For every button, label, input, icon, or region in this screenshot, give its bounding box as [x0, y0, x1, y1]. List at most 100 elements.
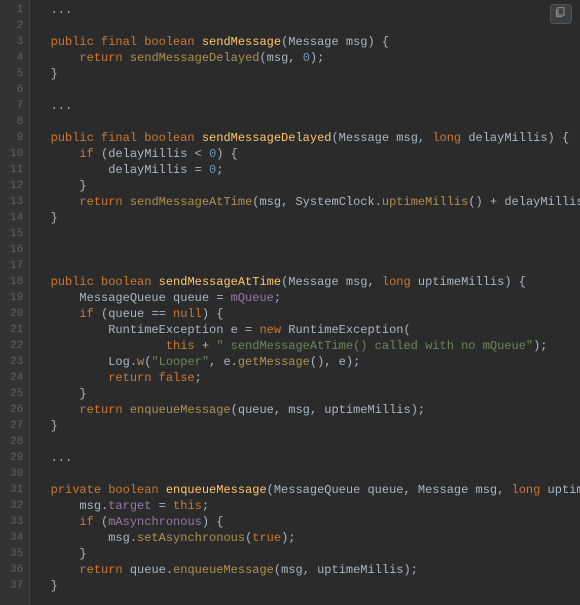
line-number: 30	[10, 466, 23, 482]
line-number: 5	[10, 66, 23, 82]
code-token: }	[36, 211, 58, 225]
code-line	[36, 258, 580, 274]
line-number: 21	[10, 322, 23, 338]
code-line	[36, 114, 580, 130]
code-token: return false	[108, 371, 194, 385]
line-number: 13	[10, 194, 23, 210]
code-token: uptimeMillis	[382, 195, 468, 209]
code-line	[36, 18, 580, 34]
code-token	[36, 339, 166, 353]
code-line	[36, 466, 580, 482]
line-number: 32	[10, 498, 23, 514]
code-line: public final boolean sendMessage(Message…	[36, 34, 580, 50]
code-token	[36, 131, 50, 145]
line-number: 24	[10, 370, 23, 386]
code-token: this	[166, 339, 202, 353]
line-number: 4	[10, 50, 23, 66]
code-token: (msg,	[252, 195, 295, 209]
code-token: if	[79, 515, 101, 529]
code-token: queue,	[360, 483, 418, 497]
code-line: return sendMessageAtTime(msg, SystemCloc…	[36, 194, 580, 210]
code-token: sendMessageAtTime	[159, 275, 281, 289]
line-number: 20	[10, 306, 23, 322]
code-token: Message	[288, 35, 338, 49]
line-number: 25	[10, 386, 23, 402]
code-token	[36, 67, 50, 81]
code-token: getMessage	[238, 355, 310, 369]
code-token: =	[151, 499, 173, 513]
code-token: mAsynchronous	[108, 515, 202, 529]
code-line	[36, 82, 580, 98]
code-token: long	[432, 131, 468, 145]
code-token: queue.	[130, 563, 173, 577]
line-number: 12	[10, 178, 23, 194]
code-token: if	[79, 147, 101, 161]
line-number: 22	[10, 338, 23, 354]
line-number: 28	[10, 434, 23, 450]
code-token: MessageQueue	[274, 483, 360, 497]
code-line: ...	[36, 2, 580, 18]
code-token: msg,	[339, 275, 382, 289]
code-editor: 1234567891011121314151617181920212223242…	[0, 0, 580, 605]
code-token: MessageQueue	[79, 291, 165, 305]
code-token: target	[108, 499, 151, 513]
code-token: public final boolean	[51, 35, 202, 49]
code-token: ...	[36, 3, 72, 17]
code-token: .	[130, 355, 137, 369]
code-token: }	[36, 179, 86, 193]
line-number: 9	[10, 130, 23, 146]
line-number: 34	[10, 530, 23, 546]
code-token: enqueueMessage	[166, 483, 267, 497]
line-number: 11	[10, 162, 23, 178]
code-area[interactable]: ... public final boolean sendMessage(Mes…	[30, 0, 580, 605]
code-token: delayMillis =	[36, 163, 209, 177]
code-token	[36, 371, 108, 385]
code-line	[36, 226, 580, 242]
code-token: delayMillis) {	[468, 131, 569, 145]
code-token: null	[173, 307, 202, 321]
code-token: msg.	[36, 499, 108, 513]
copy-button[interactable]	[550, 4, 572, 24]
code-line: ...	[36, 98, 580, 114]
code-token: sendMessageDelayed	[202, 131, 332, 145]
code-token: (msg,	[259, 51, 302, 65]
code-token: }	[36, 547, 86, 561]
code-token: new	[259, 323, 288, 337]
code-token	[36, 355, 108, 369]
code-line: MessageQueue queue = mQueue;	[36, 290, 580, 306]
line-number: 1	[10, 2, 23, 18]
code-token: uptimeMillis) {	[548, 483, 580, 497]
code-line: msg.setAsynchronous(true);	[36, 530, 580, 546]
code-token: public boolean	[51, 275, 159, 289]
code-token: Message	[288, 275, 338, 289]
code-line: }	[36, 210, 580, 226]
code-token	[36, 307, 79, 321]
code-token: if	[79, 307, 101, 321]
line-number: 26	[10, 402, 23, 418]
code-token: public final boolean	[51, 131, 202, 145]
code-line: }	[36, 386, 580, 402]
code-token	[36, 323, 108, 337]
code-token	[36, 147, 79, 161]
code-token: (	[403, 323, 410, 337]
code-line: return enqueueMessage(queue, msg, uptime…	[36, 402, 580, 418]
code-line	[36, 242, 580, 258]
code-token: return	[79, 51, 129, 65]
code-token: }	[36, 419, 58, 433]
code-line: }	[36, 178, 580, 194]
code-token: msg,	[468, 483, 511, 497]
code-line: if (queue == null) {	[36, 306, 580, 322]
code-line: return sendMessageDelayed(msg, 0);	[36, 50, 580, 66]
code-token	[36, 483, 50, 497]
code-token: (queue, msg, uptimeMillis);	[231, 403, 425, 417]
code-token: enqueueMessage	[130, 403, 231, 417]
code-line: }	[36, 578, 580, 594]
code-token: ;	[202, 499, 209, 513]
code-line: if (mAsynchronous) {	[36, 514, 580, 530]
code-token: }	[36, 387, 86, 401]
code-token: ) {	[202, 307, 224, 321]
code-token: Log	[108, 355, 130, 369]
code-token	[36, 563, 79, 577]
code-token: ) {	[202, 515, 224, 529]
code-token: true	[252, 531, 281, 545]
